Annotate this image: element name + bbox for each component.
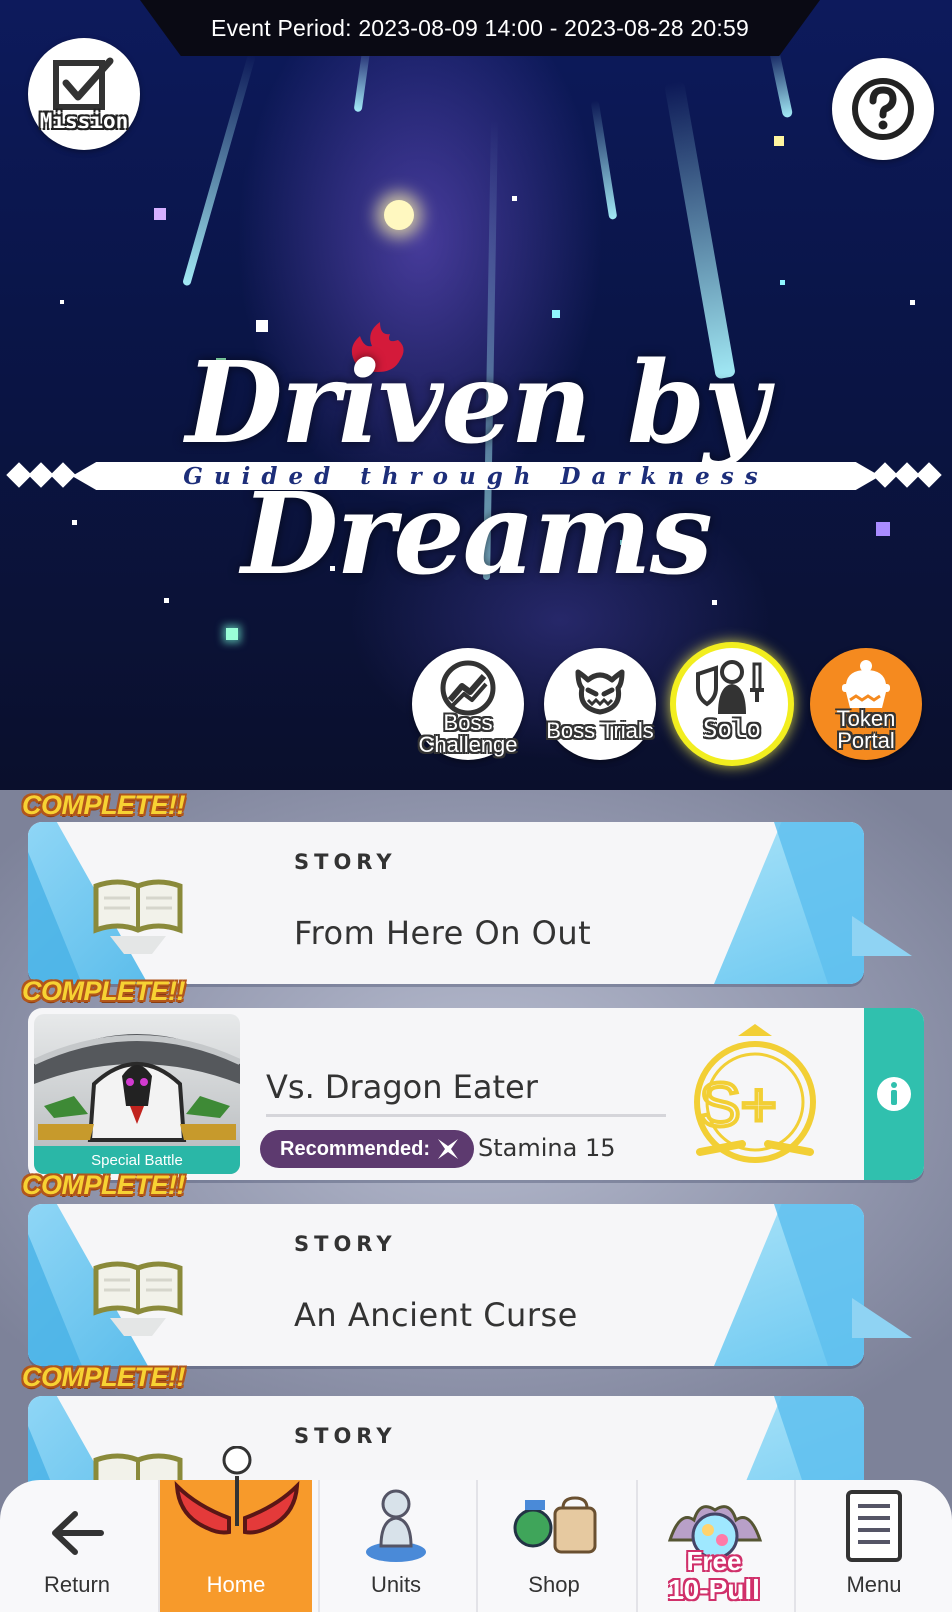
- nav-home[interactable]: Home: [158, 1446, 312, 1612]
- meteor-streak: [590, 100, 618, 220]
- story-kicker: STORY: [294, 1232, 397, 1256]
- meteor-streak: [664, 80, 736, 380]
- rank-s-plus-icon: S+: [694, 1024, 816, 1163]
- book-icon: [93, 1261, 183, 1336]
- info-icon: [877, 1077, 911, 1111]
- boss-trials-button[interactable]: Boss Trials: [544, 648, 656, 760]
- diamond-ornament-left: [6, 462, 76, 488]
- recommended-label: Recommended:: [280, 1137, 431, 1160]
- quest-title: From Here On Out: [294, 914, 592, 952]
- nav-free-pull[interactable]: Free 10-Pull: [636, 1480, 790, 1612]
- question-icon: [852, 78, 914, 140]
- bottom-nav: Return Home Units Shop Free 10-Pull Menu: [0, 1446, 952, 1612]
- star: [712, 600, 717, 605]
- star: [256, 320, 268, 332]
- quest-title: Vs. Dragon Eater: [266, 1068, 538, 1106]
- story-kicker: STORY: [294, 1424, 397, 1448]
- diamond-ornament-right: [872, 462, 942, 488]
- story-kicker: STORY: [294, 850, 397, 874]
- solo-label: Solo: [703, 715, 761, 743]
- token-portal-label: Token Portal: [837, 708, 896, 752]
- complete-badge: COMPLETE!!: [22, 790, 186, 820]
- complete-badge: COMPLETE!!: [22, 1362, 186, 1392]
- quest-card-story[interactable]: STORY From Here On Out: [28, 822, 864, 984]
- mission-button[interactable]: Mission: [28, 38, 140, 150]
- event-period: Event Period: 2023-08-09 14:00 - 2023-08…: [140, 0, 820, 56]
- star: [774, 136, 784, 146]
- rank-text: S+: [699, 1071, 777, 1140]
- meteor-streak: [182, 53, 256, 287]
- nav-menu-label: Menu: [846, 1572, 902, 1597]
- nav-menu[interactable]: Menu: [794, 1480, 952, 1612]
- complete-badge: COMPLETE!!: [22, 976, 186, 1006]
- quest-card-battle[interactable]: Special Battle Vs. Dragon Eater Recommen…: [28, 1008, 924, 1180]
- nav-return-label: Return: [43, 1572, 111, 1597]
- subtitle-ribbon: Guided through Darkness: [72, 462, 880, 490]
- star: [512, 196, 517, 201]
- star: [552, 310, 560, 318]
- meteor-streak: [353, 47, 371, 113]
- event-subtitle: Guided through Darkness: [183, 462, 769, 490]
- star: [154, 208, 166, 220]
- unit-figure-icon: [366, 1489, 426, 1562]
- dragon-eater-sprite: [34, 1034, 240, 1142]
- token-pot-icon: [842, 660, 890, 708]
- boss-trials-label: Boss Trials: [546, 718, 654, 743]
- book-icon: [93, 879, 183, 954]
- nav-shop[interactable]: Shop: [476, 1480, 630, 1612]
- info-button[interactable]: [864, 1008, 924, 1180]
- speech-tail: [852, 916, 912, 956]
- shop-bag-icon: [513, 1496, 597, 1554]
- menu-list-icon: [846, 1490, 902, 1562]
- home-wings-icon: [174, 1446, 300, 1535]
- free-pull-line2: 10-Pull: [668, 1574, 760, 1605]
- nav-units-label: Units: [370, 1572, 422, 1597]
- star: [780, 280, 785, 285]
- boss-challenge-label-line2: Challenge: [418, 732, 518, 757]
- star: [910, 300, 915, 305]
- star: [226, 628, 238, 640]
- divider: [266, 1114, 666, 1117]
- checkbox-icon: [53, 57, 114, 110]
- boss-challenge-label: Boss Challenge: [418, 712, 517, 756]
- boss-challenge-icon: [440, 660, 496, 716]
- solo-knight-icon: [696, 660, 764, 714]
- solo-button[interactable]: Solo: [676, 648, 788, 760]
- stamina-cost: Stamina 15: [478, 1134, 616, 1162]
- meteor-streak: [768, 47, 794, 119]
- demon-face-icon: [575, 669, 625, 715]
- star: [60, 300, 64, 304]
- element-star-icon: [438, 1139, 459, 1159]
- event-banner: Event Period: 2023-08-09 14:00 - 2023-08…: [0, 0, 952, 790]
- speech-tail: [852, 1298, 912, 1338]
- quest-card-story[interactable]: STORY An Ancient Curse: [28, 1204, 864, 1366]
- token-portal-label-line2: Portal: [837, 728, 895, 753]
- recommended-pill: Recommended:: [260, 1130, 475, 1168]
- nav-home-label: Home: [206, 1572, 266, 1597]
- complete-badge: COMPLETE!!: [22, 1170, 186, 1200]
- nav-units[interactable]: Units: [318, 1480, 472, 1612]
- free-pull-line1: Free: [686, 1546, 742, 1576]
- boss-challenge-button[interactable]: Boss Challenge: [412, 648, 524, 760]
- quest-title: An Ancient Curse: [294, 1296, 578, 1334]
- nav-shop-label: Shop: [528, 1572, 580, 1597]
- mission-label: Mission: [39, 109, 129, 133]
- star: [384, 200, 414, 230]
- arrow-left-icon: [52, 1511, 104, 1555]
- help-button[interactable]: [832, 58, 934, 160]
- battle-thumbnail: Special Battle: [34, 1014, 240, 1174]
- token-portal-button[interactable]: Token Portal: [810, 648, 922, 760]
- nav-return[interactable]: Return: [0, 1480, 154, 1612]
